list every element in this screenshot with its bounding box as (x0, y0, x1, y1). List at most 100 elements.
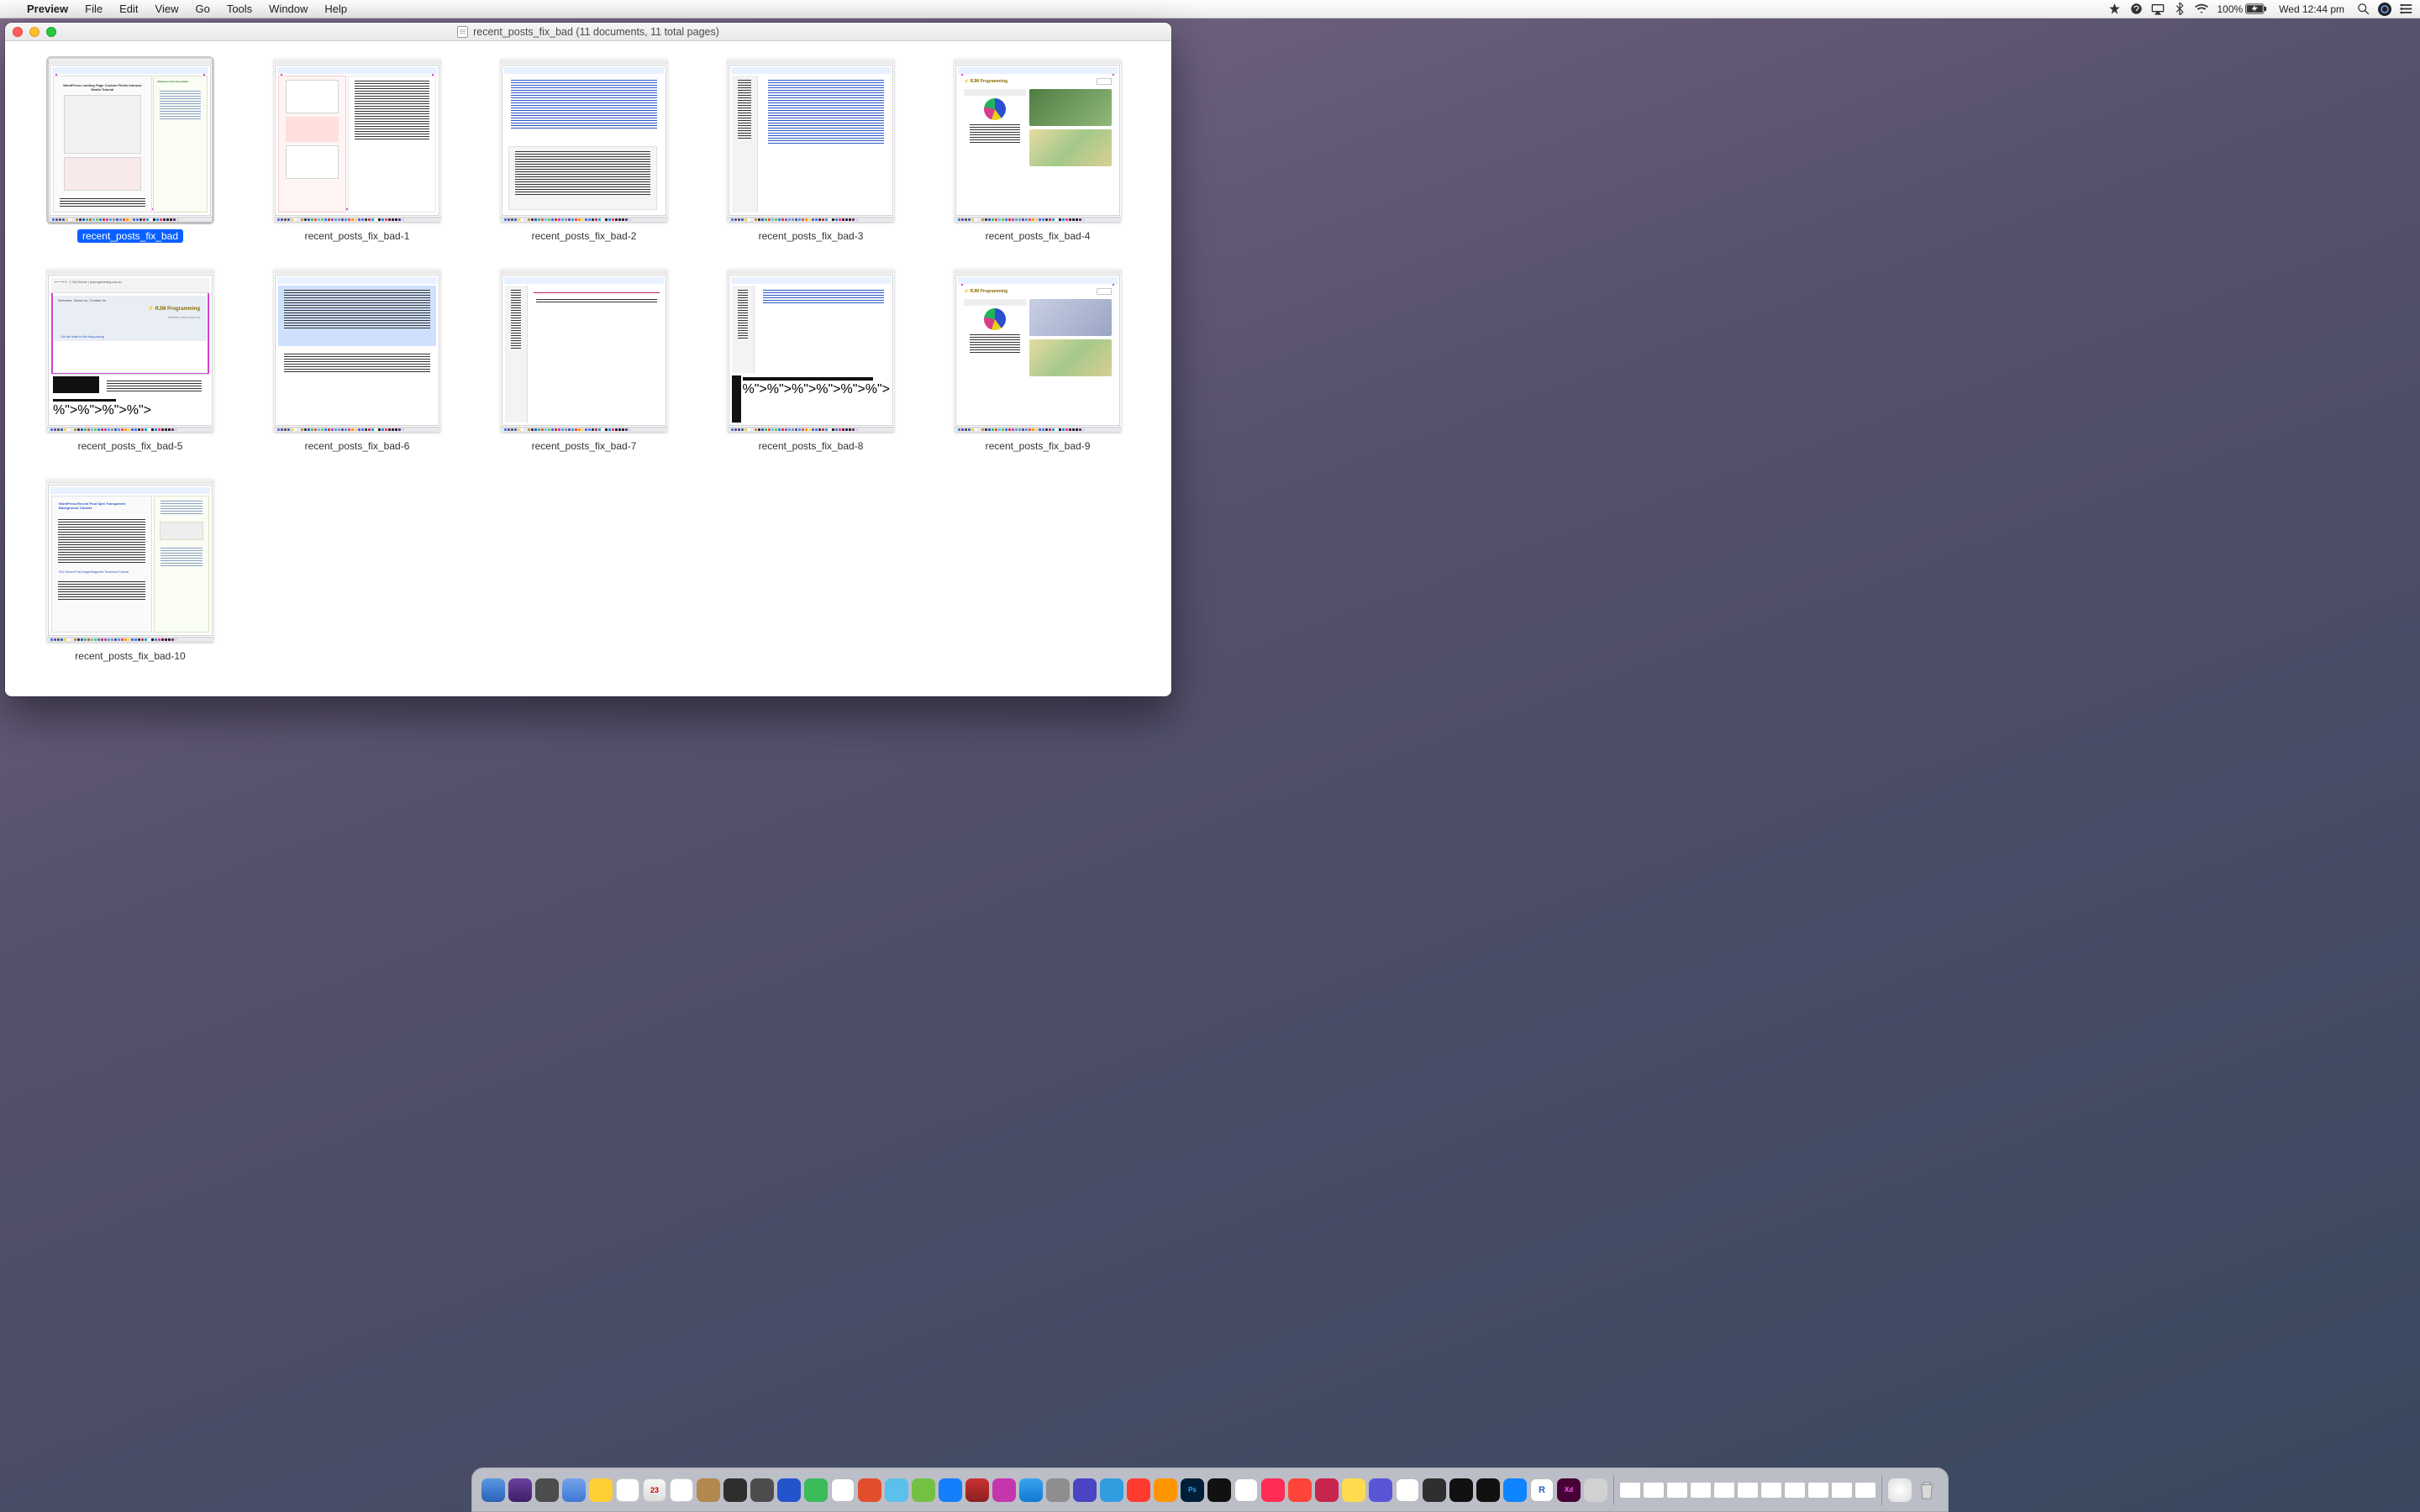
app-menu[interactable]: Preview (18, 3, 76, 15)
menu-help[interactable]: Help (316, 3, 355, 15)
dock-xcode[interactable] (1073, 1478, 1097, 1502)
dock-generic[interactable] (1584, 1478, 1607, 1502)
battery-status[interactable]: 100% (2217, 3, 2267, 15)
thumbnail-label[interactable]: recent_posts_fix_bad-5 (73, 439, 188, 453)
thumbnail-label[interactable]: recent_posts_fix_bad-1 (300, 229, 415, 243)
dock-word[interactable] (885, 1478, 908, 1502)
dock-minimized-8[interactable] (1784, 1482, 1806, 1499)
thumbnail-cell[interactable]: WordPress Recent Post Spin Transparent B… (42, 476, 218, 663)
dock-minimized-1[interactable] (1619, 1482, 1641, 1499)
thumbnail-cell[interactable]: recent_posts_fix_bad-6 (269, 266, 445, 453)
dock-appstore2[interactable] (1019, 1478, 1043, 1502)
dock-contacts[interactable] (697, 1478, 720, 1502)
thumbnail-cell[interactable]: recent_posts_fix_bad-3 (723, 56, 899, 243)
dock-android[interactable] (1503, 1478, 1527, 1502)
airplay-icon[interactable] (2151, 3, 2165, 16)
dock-quicktime[interactable] (1046, 1478, 1070, 1502)
thumbnail-image[interactable]: ⟵ ⟶ ⟳ ⓘ Not Secure | rjmprogramming.com.… (46, 266, 214, 434)
dock-minimized-6[interactable] (1737, 1482, 1759, 1499)
dock-firefox[interactable] (1154, 1478, 1177, 1502)
dock-downloads[interactable] (1888, 1478, 1912, 1502)
dock-textedit[interactable] (670, 1478, 693, 1502)
thumbnail-label[interactable]: recent_posts_fix_bad-9 (981, 439, 1096, 453)
dock-iterm[interactable] (1207, 1478, 1231, 1502)
thumbnail-image[interactable] (727, 56, 895, 224)
thumbnail-grid[interactable]: WordPress Landing Page Custom Fields Inh… (5, 41, 1171, 696)
dock-office[interactable] (858, 1478, 881, 1502)
dock[interactable]: 23 Ps R Xd (471, 1467, 1949, 1512)
thumbnail-label[interactable]: recent_posts_fix_bad-10 (70, 649, 190, 663)
thumbnail-image[interactable]: WordPress Recent Post Spin Transparent B… (46, 476, 214, 644)
dock-opera[interactable] (1261, 1478, 1285, 1502)
menu-go[interactable]: Go (187, 3, 218, 15)
dock-sysprefs[interactable] (535, 1478, 559, 1502)
menu-edit[interactable]: Edit (111, 3, 146, 15)
dock-paint[interactable] (1396, 1478, 1419, 1502)
menubar-extra-icon-1[interactable] (2107, 3, 2121, 16)
window-titlebar[interactable]: recent_posts_fix_bad (11 documents, 11 t… (5, 23, 1171, 41)
dock-itunes[interactable] (992, 1478, 1016, 1502)
thumbnail-cell[interactable]: ⚡ RJM Programming rece (950, 56, 1126, 243)
dock-ps[interactable]: Ps (1181, 1478, 1204, 1502)
thumbnail-label[interactable]: recent_posts_fix_bad-3 (754, 229, 869, 243)
thumbnail-image[interactable] (500, 56, 668, 224)
dock-filezilla[interactable] (1288, 1478, 1312, 1502)
menu-view[interactable]: View (147, 3, 187, 15)
thumbnail-image[interactable]: WordPress Landing Page Custom Fields Inh… (46, 56, 214, 224)
thumbnail-cell[interactable]: ⚡ RJM Programming rece (950, 266, 1126, 453)
thumbnail-label[interactable]: recent_posts_fix_bad (77, 229, 183, 243)
dock-calendar[interactable]: 23 (643, 1478, 666, 1502)
menubar-clock[interactable]: Wed 12:44 pm (2275, 3, 2348, 15)
dock-keynote[interactable] (939, 1478, 962, 1502)
dock-safari[interactable] (562, 1478, 586, 1502)
thumbnail-cell[interactable]: ⟵ ⟶ ⟳ ⓘ Not Secure | rjmprogramming.com.… (42, 266, 218, 453)
dock-finder[interactable] (481, 1478, 505, 1502)
dock-minimized-3[interactable] (1666, 1482, 1688, 1499)
dock-minimized-9[interactable] (1807, 1482, 1829, 1499)
window-close-button[interactable] (13, 27, 23, 37)
thumbnail-label[interactable]: recent_posts_fix_bad-4 (981, 229, 1096, 243)
spotlight-icon[interactable] (2356, 3, 2370, 16)
dock-minimized-11[interactable] (1854, 1482, 1876, 1499)
thumbnail-image[interactable]: ⚡ RJM Programming (954, 266, 1122, 434)
dock-minimized-5[interactable] (1713, 1482, 1735, 1499)
dock-mail[interactable] (616, 1478, 639, 1502)
dock-minimized-4[interactable] (1690, 1482, 1712, 1499)
dock-messages2[interactable] (831, 1478, 855, 1502)
dock-automator[interactable] (1100, 1478, 1123, 1502)
thumbnail-cell[interactable]: recent_posts_fix_bad-2 (496, 56, 672, 243)
dock-minimized-10[interactable] (1831, 1482, 1853, 1499)
thumbnail-image[interactable] (273, 266, 441, 434)
dock-term4[interactable] (1476, 1478, 1500, 1502)
thumbnail-cell[interactable]: recent_posts_fix_bad-1 (269, 56, 445, 243)
dock-trash[interactable] (1915, 1478, 1939, 1502)
thumbnail-image[interactable]: %">%">%">%">%">%"> (727, 266, 895, 434)
dock-notes[interactable] (589, 1478, 613, 1502)
dock-term3[interactable] (1449, 1478, 1473, 1502)
dock-appstore[interactable] (777, 1478, 801, 1502)
siri-icon[interactable] (2378, 3, 2391, 16)
dock-numbers[interactable] (912, 1478, 935, 1502)
menu-file[interactable]: File (76, 3, 111, 15)
dock-gimp[interactable] (1127, 1478, 1150, 1502)
menubar-extra-icon-2[interactable] (2129, 3, 2143, 16)
menu-tools[interactable]: Tools (218, 3, 260, 15)
dock-messages[interactable] (804, 1478, 828, 1502)
dock-vscode[interactable] (1369, 1478, 1392, 1502)
dock-chrome2[interactable] (1342, 1478, 1365, 1502)
dock-terminal[interactable] (723, 1478, 747, 1502)
thumbnail-image[interactable] (500, 266, 668, 434)
window-zoom-button[interactable] (46, 27, 56, 37)
thumbnail-label[interactable]: recent_posts_fix_bad-8 (754, 439, 869, 453)
thumbnail-image[interactable] (273, 56, 441, 224)
bluetooth-icon[interactable] (2173, 3, 2186, 16)
thumbnail-image[interactable]: ⚡ RJM Programming (954, 56, 1122, 224)
dock-siri[interactable] (508, 1478, 532, 1502)
thumbnail-cell[interactable]: %">%">%">%">%">%"> recent_posts_fix_bad-… (723, 266, 899, 453)
menu-window[interactable]: Window (260, 3, 316, 15)
notification-center-icon[interactable] (2400, 3, 2413, 16)
thumbnail-cell[interactable]: recent_posts_fix_bad-7 (496, 266, 672, 453)
dock-activity[interactable] (750, 1478, 774, 1502)
thumbnail-label[interactable]: recent_posts_fix_bad-2 (527, 229, 642, 243)
thumbnail-label[interactable]: recent_posts_fix_bad-7 (527, 439, 642, 453)
